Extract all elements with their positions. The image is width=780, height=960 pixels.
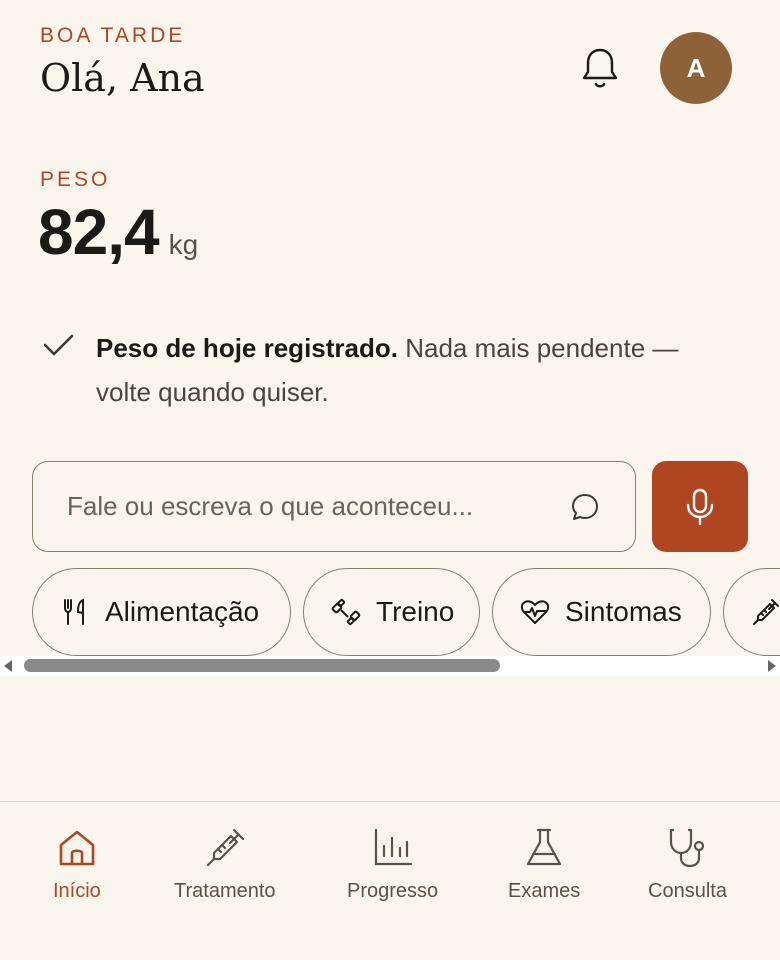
chip-label: Treino — [376, 596, 455, 627]
nav-label: Tratamento — [174, 880, 276, 902]
weight-display: 82,4 kg — [38, 195, 198, 269]
bottom-navigation: Início Tratamento Progresso Exames Consu… — [0, 801, 780, 960]
status-bold-text: Peso de hoje registrado. — [96, 333, 398, 363]
status-message: Peso de hoje registrado. Nada mais pende… — [40, 326, 740, 414]
scroll-thumb[interactable] — [24, 659, 500, 672]
chip-alimentacao[interactable]: Alimentação — [32, 568, 291, 656]
weight-value: 82,4 — [38, 196, 160, 268]
fork-knife-icon — [64, 598, 84, 625]
nav-item-progresso[interactable]: Progresso — [347, 826, 438, 903]
page-title: Olá, Ana — [40, 56, 205, 100]
nav-item-tratamento[interactable]: Tratamento — [174, 826, 276, 903]
horizontal-scrollbar[interactable] — [0, 656, 780, 676]
nav-label: Exames — [508, 880, 581, 902]
home-icon — [59, 830, 95, 866]
greeting-label: BOA TARDE — [40, 24, 186, 47]
chat-bubble-icon[interactable] — [569, 491, 601, 523]
chip-label: Sintomas — [565, 596, 682, 627]
heart-pulse-icon — [520, 600, 550, 624]
nav-label: Consulta — [648, 880, 727, 902]
weight-label: PESO — [40, 168, 111, 191]
microphone-icon — [686, 488, 714, 525]
chip-medicacao[interactable] — [723, 568, 780, 656]
check-icon — [43, 334, 74, 356]
message-input[interactable] — [67, 491, 569, 522]
nav-item-consulta[interactable]: Consulta — [648, 826, 727, 903]
stethoscope-icon — [670, 828, 705, 868]
syringe-icon — [206, 828, 244, 867]
chip-treino[interactable]: Treino — [303, 568, 480, 656]
microphone-button[interactable] — [652, 461, 748, 552]
avatar[interactable]: A — [660, 32, 732, 104]
nav-label: Progresso — [347, 880, 439, 902]
weight-unit: kg — [168, 229, 199, 260]
chip-label: Alimentação — [105, 596, 260, 627]
nav-item-inicio[interactable]: Início — [53, 826, 101, 903]
chip-sintomas[interactable]: Sintomas — [492, 568, 711, 656]
dumbbell-icon — [331, 598, 361, 626]
scroll-left-arrow[interactable] — [4, 660, 12, 672]
syringe-icon — [753, 599, 779, 625]
bell-icon[interactable] — [580, 46, 620, 90]
bar-chart-icon — [374, 828, 412, 866]
quick-category-chips: Alimentação Treino Sintomas — [0, 568, 780, 658]
flask-icon — [527, 828, 562, 866]
nav-item-exames[interactable]: Exames — [508, 826, 580, 903]
scroll-right-arrow[interactable] — [768, 660, 776, 672]
message-input-box — [32, 461, 636, 552]
nav-label: Início — [53, 880, 101, 902]
